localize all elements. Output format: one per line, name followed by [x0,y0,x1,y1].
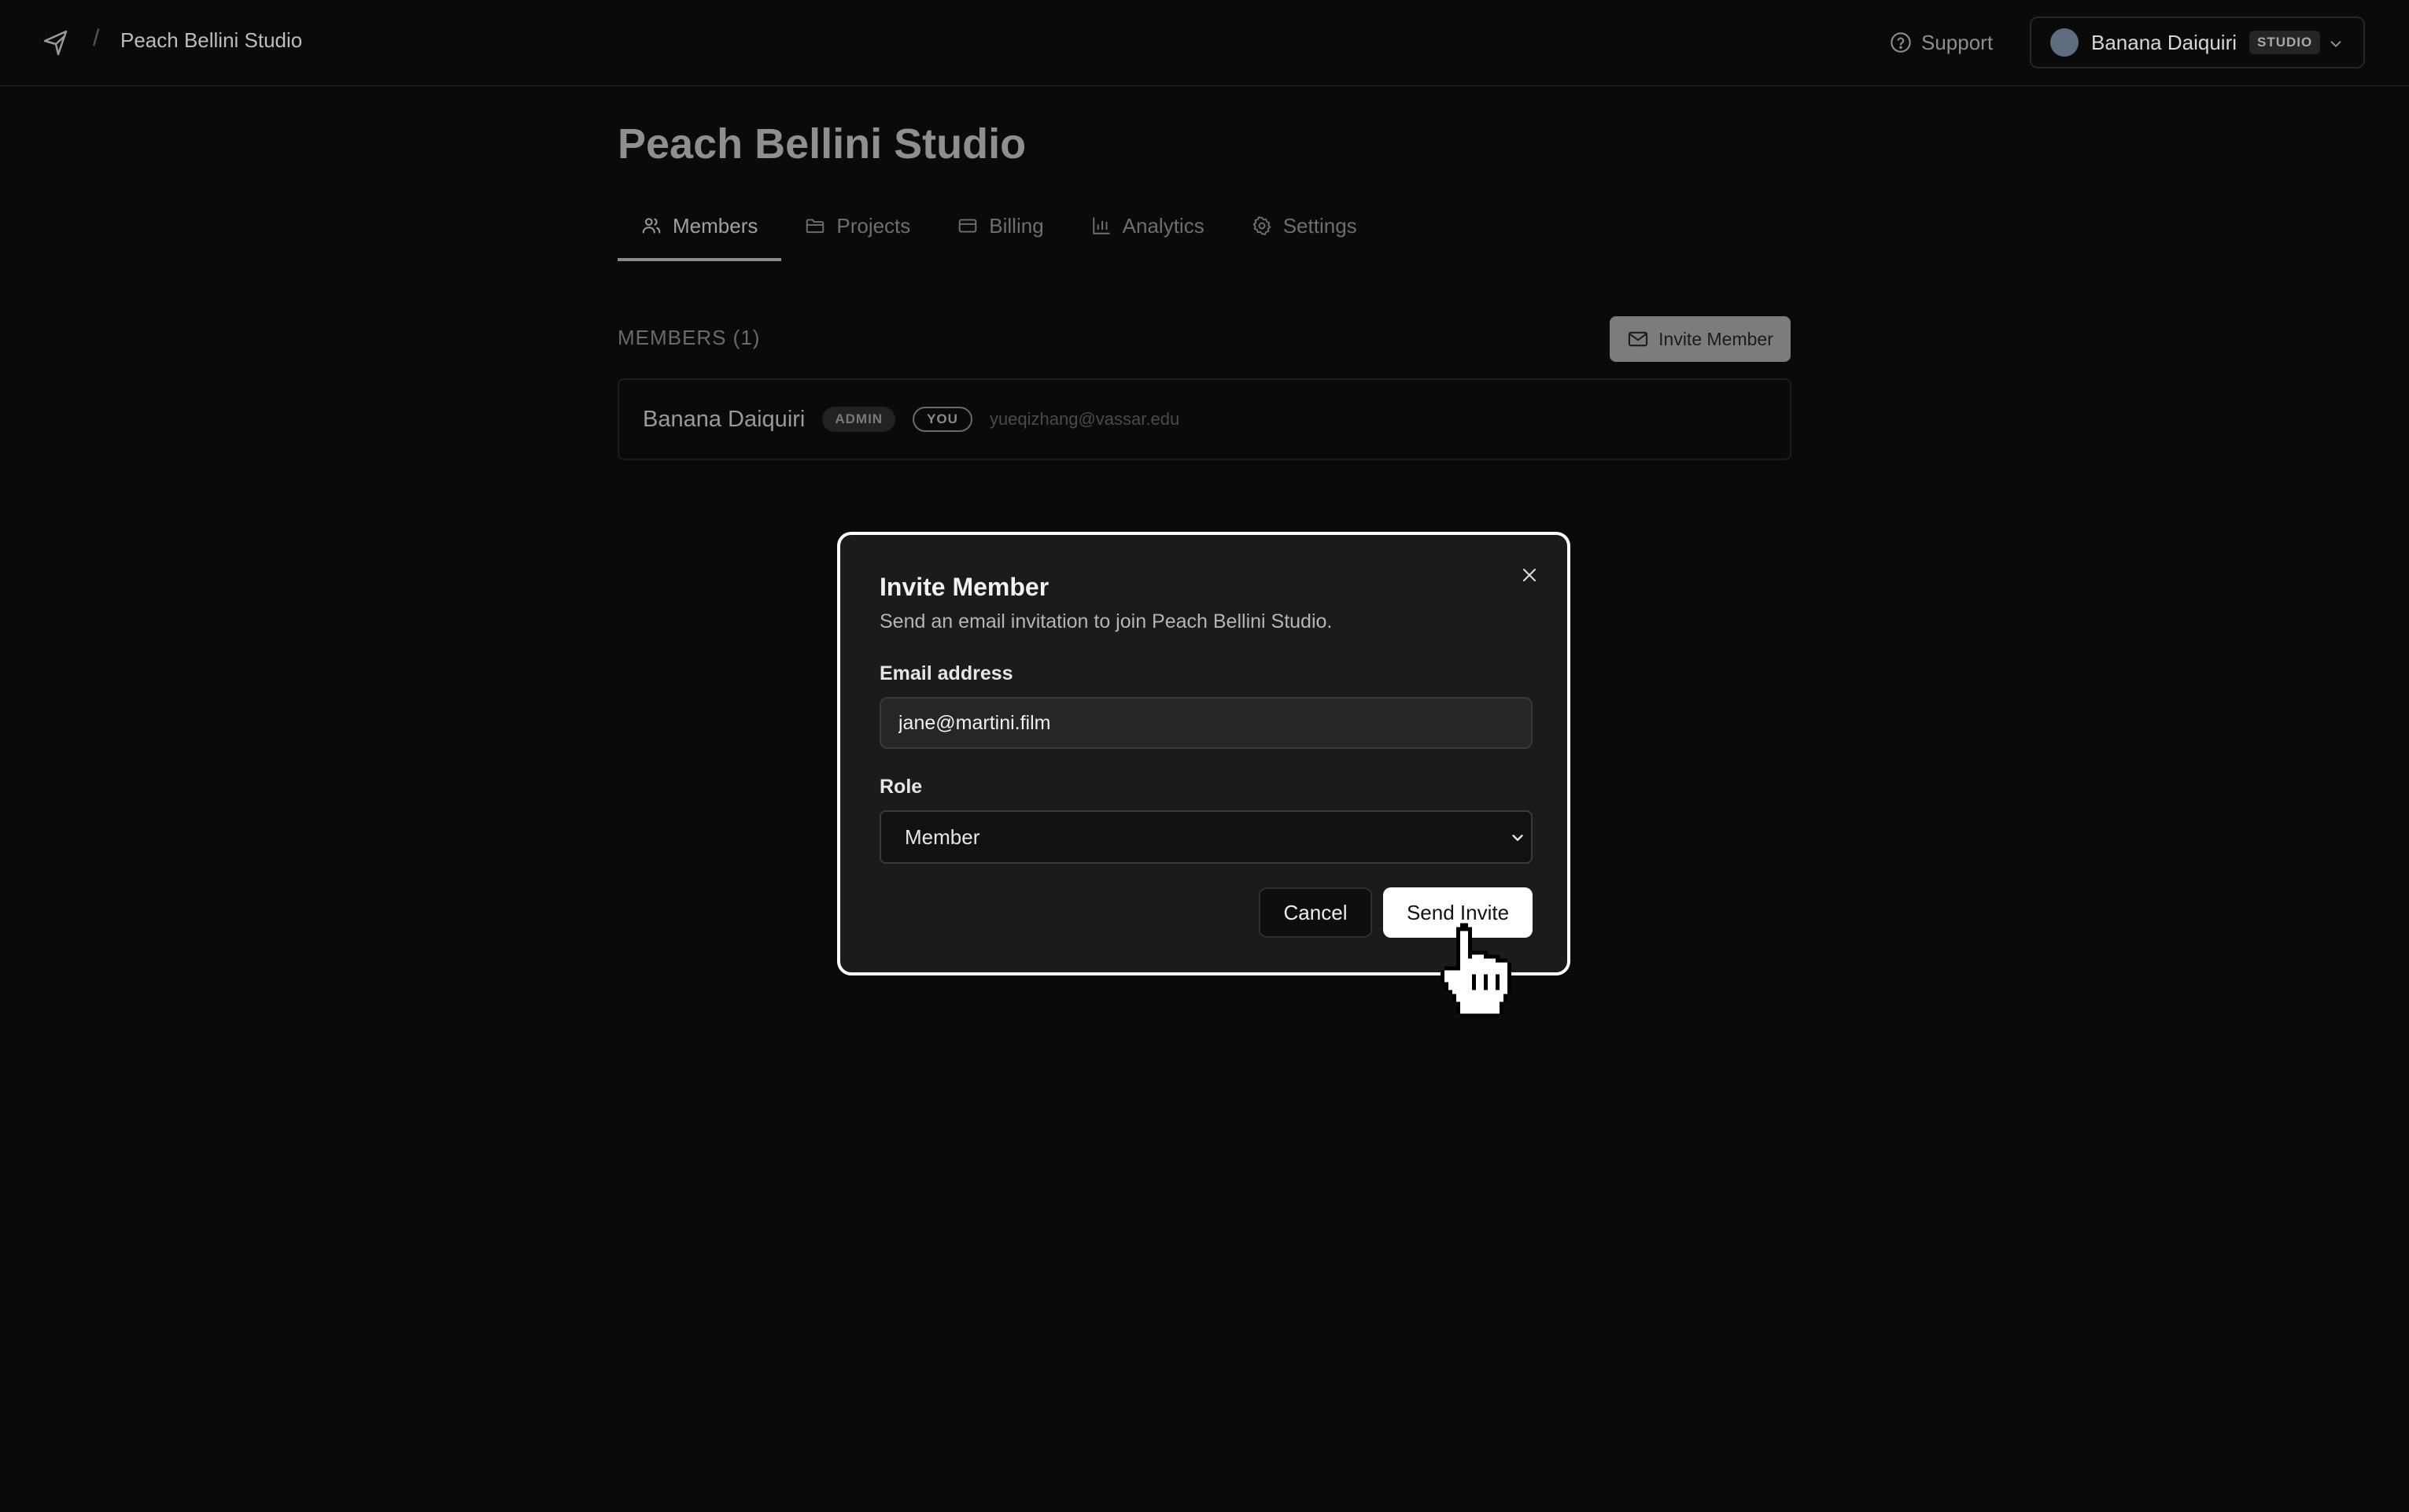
logo-icon[interactable] [42,28,71,57]
role-selected-value: Member [905,824,980,849]
dialog-subtitle: Send an email invitation to join Peach B… [880,610,1333,632]
hand-cursor-icon [1441,923,1511,1018]
help-circle-icon [1891,32,1911,53]
dialog-title: Invite Member [880,573,1050,601]
tab-bar: Members Projects Billing Analytics Setti… [618,206,1381,261]
invite-member-button[interactable]: Invite Member [1610,316,1791,362]
support-label: Support [1921,30,1994,54]
tab-label: Billing [989,214,1044,238]
plan-badge: STUDIO [2249,31,2321,54]
tab-members[interactable]: Members [618,206,782,261]
support-link[interactable]: Support [1890,27,1993,58]
tab-label: Members [673,214,758,238]
tab-projects[interactable]: Projects [781,206,934,261]
account-switcher[interactable]: Banana Daiquiri STUDIO [2030,17,2365,68]
tab-billing[interactable]: Billing [934,206,1067,261]
tab-label: Settings [1282,214,1357,238]
avatar [2050,28,2079,57]
member-name: Banana Daiquiri [643,406,806,432]
email-label: Email address [880,662,1013,684]
gear-icon [1252,216,1271,236]
users-icon [642,218,661,234]
member-row[interactable]: Banana Daiquiri ADMIN YOU yueqizhang@vas… [618,378,1791,460]
chevron-down-icon [2330,41,2341,47]
invite-member-dialog: Invite Member Send an email invitation t… [837,532,1570,975]
folder-icon [806,219,825,234]
invite-member-label: Invite Member [1658,328,1773,349]
bar-chart-icon [1092,217,1110,234]
credit-card-icon [959,219,977,233]
email-field[interactable] [880,697,1533,749]
cancel-button[interactable]: Cancel [1259,887,1372,938]
role-label: Role [880,776,923,798]
tab-settings[interactable]: Settings [1228,206,1381,261]
role-badge: ADMIN [822,407,896,432]
close-button[interactable] [1517,563,1542,588]
tab-label: Projects [836,214,911,238]
members-count-heading: MEMBERS (1) [618,326,761,349]
breadcrumb[interactable]: Peach Bellini Studio [120,28,302,53]
page-title: Peach Bellini Studio [618,120,1027,168]
breadcrumb-separator: / [93,25,100,51]
tab-analytics[interactable]: Analytics [1068,206,1228,261]
chevron-down-icon [1512,835,1523,841]
tab-label: Analytics [1122,214,1204,238]
mail-icon [1629,331,1648,347]
close-icon [1522,568,1537,581]
top-bar: / Peach Bellini Studio Support Banana Da… [0,0,2409,87]
role-select[interactable]: Member [880,810,1533,864]
account-name: Banana Daiquiri [2091,30,2237,54]
you-badge: YOU [913,407,972,432]
member-email: yueqizhang@vassar.edu [989,409,1180,429]
